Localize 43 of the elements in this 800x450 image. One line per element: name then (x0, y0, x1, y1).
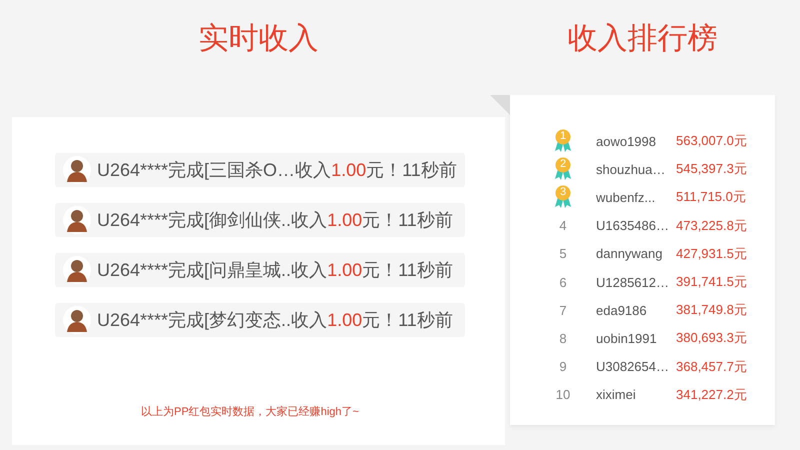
section-title: 收入排行榜 (568, 21, 718, 57)
rank-number: 8 (559, 330, 567, 346)
income-message: U264****完成[梦幻变态..收入1.00元！ (97, 309, 398, 332)
income-message: U264****完成[御剑仙侠..收入1.00元！ (97, 209, 398, 232)
footnote: 以上为PP红包实时数据，大家已经赚high了~ (140, 404, 360, 419)
rank-number: 10 (556, 387, 570, 402)
user-name: xiximei (596, 387, 637, 402)
income-amount: 511,715.0元 (676, 188, 746, 206)
rank-number: 6 (559, 274, 567, 290)
rank-number: 9 (559, 359, 567, 374)
user-name: U1285612… (596, 274, 670, 290)
income-amount: 341,227.2元 (676, 386, 747, 404)
user-name: aowo1998 (596, 134, 657, 149)
income-amount: 427,931.5元 (676, 244, 747, 263)
income-amount: 391,741.5元 (676, 273, 747, 292)
time-ago: 11秒前 (398, 259, 453, 282)
section-title: 实时收入 (198, 21, 318, 57)
avatar-icon (63, 306, 91, 334)
income-amount: 473,225.8元 (676, 216, 747, 235)
user-name: U3082654… (596, 359, 670, 374)
user-name: wubenfz... (596, 190, 656, 205)
folded-corner-icon (490, 95, 510, 115)
income-amount: 381,749.8元 (676, 301, 747, 320)
user-name: dannywang (596, 246, 664, 262)
user-name: shouzhua… (596, 162, 666, 177)
income-message: U264****完成[三国杀O…收入1.00元！ (97, 159, 402, 182)
rank-number: 5 (559, 246, 567, 262)
user-name: eda9186 (596, 302, 648, 318)
avatar-icon (63, 206, 91, 234)
income-amount: 380,693.3元 (676, 329, 747, 348)
income-message: U264****完成[问鼎皇城..收入1.00元！ (97, 259, 398, 282)
rank-number: 7 (559, 302, 567, 318)
time-ago: 11秒前 (398, 309, 453, 332)
user-name: uobin1991 (596, 330, 658, 346)
income-amount: 545,397.3元 (676, 160, 747, 178)
avatar-icon (63, 256, 91, 284)
income-amount: 563,007.0元 (676, 132, 747, 150)
avatar-icon (63, 156, 91, 184)
income-amount: 368,457.7元 (676, 358, 747, 376)
time-ago: 11秒前 (402, 159, 457, 182)
user-name: U1635486… (596, 218, 670, 234)
time-ago: 11秒前 (398, 209, 453, 232)
rank-number: 4 (559, 218, 567, 234)
